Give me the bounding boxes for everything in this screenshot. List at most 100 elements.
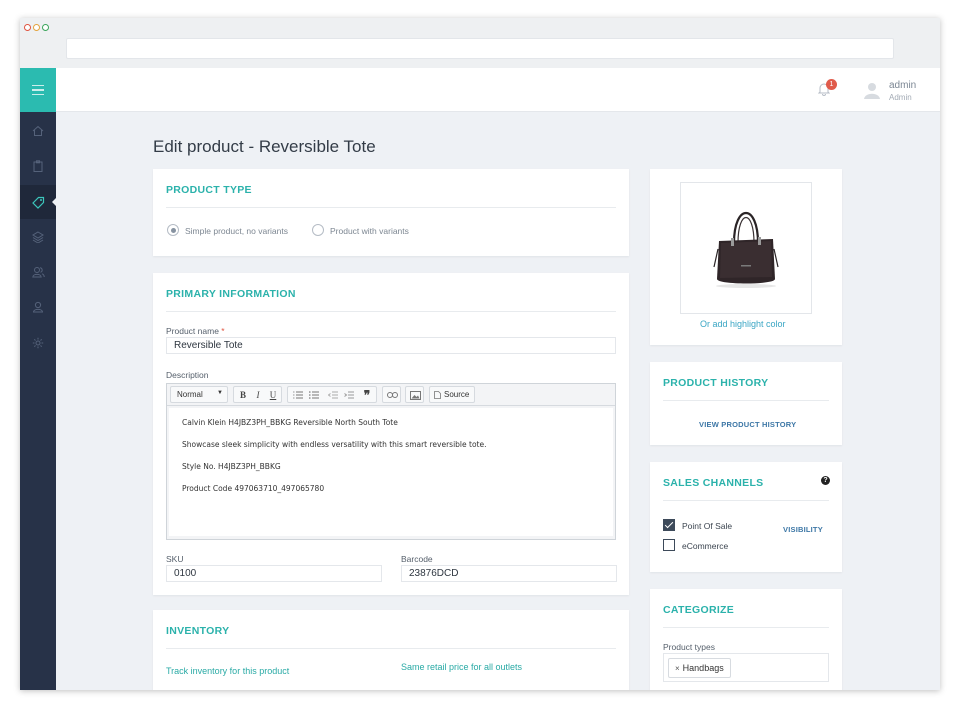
numbered-list-icon[interactable]: [291, 388, 305, 402]
view-product-history-link[interactable]: VIEW PRODUCT HISTORY: [699, 420, 796, 429]
product-type-title: PRODUCT TYPE: [166, 184, 252, 196]
sidebar-item-users[interactable]: [20, 290, 56, 324]
same-price-link[interactable]: Same retail price for all outlets: [401, 662, 522, 672]
divider: [663, 400, 829, 401]
image-icon[interactable]: [408, 388, 422, 402]
highlight-color-link[interactable]: Or add highlight color: [700, 319, 786, 329]
browser-window: 1 admin Admin Edit product - Reversible …: [20, 18, 940, 690]
visibility-link[interactable]: VISIBILITY: [783, 525, 823, 534]
sidebar-item-home[interactable]: [20, 114, 56, 148]
divider: [166, 648, 616, 649]
editor-toolbar: Normal ▼ B I U ❞ Source: [167, 384, 615, 406]
sidebar-item-inventory[interactable]: [20, 220, 56, 254]
track-inventory-link[interactable]: Track inventory for this product: [166, 666, 289, 676]
description-line: Product Code 497063710_497065780: [182, 484, 325, 493]
link-icon[interactable]: [385, 388, 399, 402]
blockquote-button[interactable]: ❞: [360, 388, 374, 402]
variants-product-radio[interactable]: [312, 224, 324, 236]
gear-icon: [32, 337, 44, 349]
product-image-card: Or add highlight color: [650, 169, 842, 345]
ecommerce-label[interactable]: eCommerce: [682, 541, 728, 551]
point-of-sale-label[interactable]: Point Of Sale: [682, 521, 732, 531]
primary-information-title: PRIMARY INFORMATION: [166, 288, 296, 300]
description-line: Calvin Klein H4JBZ3PH_BBKG Reversible No…: [182, 418, 398, 427]
barcode-label: Barcode: [401, 554, 433, 564]
product-types-input[interactable]: × Handbags: [663, 653, 829, 682]
divider: [663, 500, 829, 501]
required-marker: *: [221, 326, 225, 336]
simple-product-radio[interactable]: [167, 224, 179, 236]
categorize-card: CATEGORIZE Product types × Handbags: [650, 589, 842, 690]
description-line: Showcase sleek simplicity with endless v…: [182, 440, 487, 449]
primary-information-card: PRIMARY INFORMATION Product name * Rever…: [153, 273, 629, 595]
tag-label: Handbags: [682, 663, 724, 673]
clipboard-icon: [33, 160, 43, 172]
product-name-label: Product name *: [166, 326, 225, 336]
description-editor: Normal ▼ B I U ❞ Source Calvin Klein H4J…: [166, 383, 616, 540]
tag-chip: × Handbags: [668, 658, 731, 678]
italic-button[interactable]: I: [251, 388, 265, 402]
browser-titlebar: [20, 18, 940, 68]
simple-product-label[interactable]: Simple product, no variants: [185, 226, 288, 236]
divider: [166, 311, 616, 312]
user-icon: [32, 301, 44, 313]
sidebar-item-products[interactable]: [20, 185, 57, 219]
outdent-icon[interactable]: [326, 388, 340, 402]
sales-channels-title: SALES CHANNELS: [663, 477, 764, 489]
format-select-value: Normal: [177, 390, 203, 399]
inventory-card: INVENTORY Track inventory for this produ…: [153, 610, 629, 690]
user-name[interactable]: admin: [889, 80, 916, 91]
user-role: Admin: [889, 93, 912, 102]
chevron-down-icon: ▼: [217, 390, 223, 396]
divider: [166, 207, 616, 208]
description-label: Description: [166, 370, 209, 380]
product-types-label: Product types: [663, 642, 715, 652]
categorize-title: CATEGORIZE: [663, 604, 735, 616]
editor-content-area[interactable]: Calvin Klein H4JBZ3PH_BBKG Reversible No…: [169, 408, 613, 536]
source-icon: [434, 391, 441, 399]
inventory-title: INVENTORY: [166, 625, 230, 637]
sales-channels-card: SALES CHANNELS ? Point Of Sale eCommerce…: [650, 462, 842, 572]
users-icon: [31, 267, 45, 278]
source-button[interactable]: Source: [429, 386, 475, 403]
text-style-group: B I U: [233, 386, 282, 403]
variants-product-label[interactable]: Product with variants: [330, 226, 409, 236]
sku-label: SKU: [166, 554, 184, 564]
underline-button[interactable]: U: [266, 388, 280, 402]
bold-button[interactable]: B: [236, 388, 250, 402]
help-icon[interactable]: ?: [821, 476, 830, 485]
tote-bag-image: [713, 212, 779, 288]
sidebar-item-sales[interactable]: [20, 149, 56, 183]
page-title: Edit product - Reversible Tote: [153, 137, 376, 156]
ecommerce-checkbox[interactable]: [663, 539, 675, 551]
minimize-window-button[interactable]: [33, 24, 40, 31]
sku-input[interactable]: 0100: [166, 565, 382, 582]
link-group: [382, 386, 401, 403]
sidebar-item-customers[interactable]: [20, 255, 56, 289]
indent-icon[interactable]: [342, 388, 356, 402]
maximize-window-button[interactable]: [42, 24, 49, 31]
product-name-input[interactable]: Reversible Tote: [166, 337, 616, 354]
barcode-input[interactable]: 23876DCD: [401, 565, 617, 582]
top-bar: 1 admin Admin: [56, 68, 940, 112]
product-history-title: PRODUCT HISTORY: [663, 377, 769, 389]
menu-toggle-button[interactable]: [20, 68, 56, 112]
format-select[interactable]: Normal ▼: [170, 386, 228, 403]
close-window-button[interactable]: [24, 24, 31, 31]
remove-tag-icon[interactable]: ×: [675, 664, 680, 673]
divider: [663, 627, 829, 628]
avatar-icon[interactable]: [863, 81, 881, 99]
bulleted-list-icon[interactable]: [307, 388, 321, 402]
home-icon: [32, 125, 44, 136]
product-type-card: PRODUCT TYPE Simple product, no variants…: [153, 169, 629, 256]
sidebar: [20, 68, 57, 690]
tag-icon: [31, 196, 44, 209]
sidebar-item-settings[interactable]: [20, 326, 56, 360]
product-image[interactable]: [680, 182, 812, 314]
description-line: Style No. H4JBZ3PH_BBKG: [182, 462, 281, 471]
point-of-sale-checkbox[interactable]: [663, 519, 675, 531]
image-group: [405, 386, 424, 403]
address-bar[interactable]: [66, 38, 894, 59]
notification-badge: 1: [826, 79, 837, 90]
hamburger-icon: [32, 83, 44, 97]
